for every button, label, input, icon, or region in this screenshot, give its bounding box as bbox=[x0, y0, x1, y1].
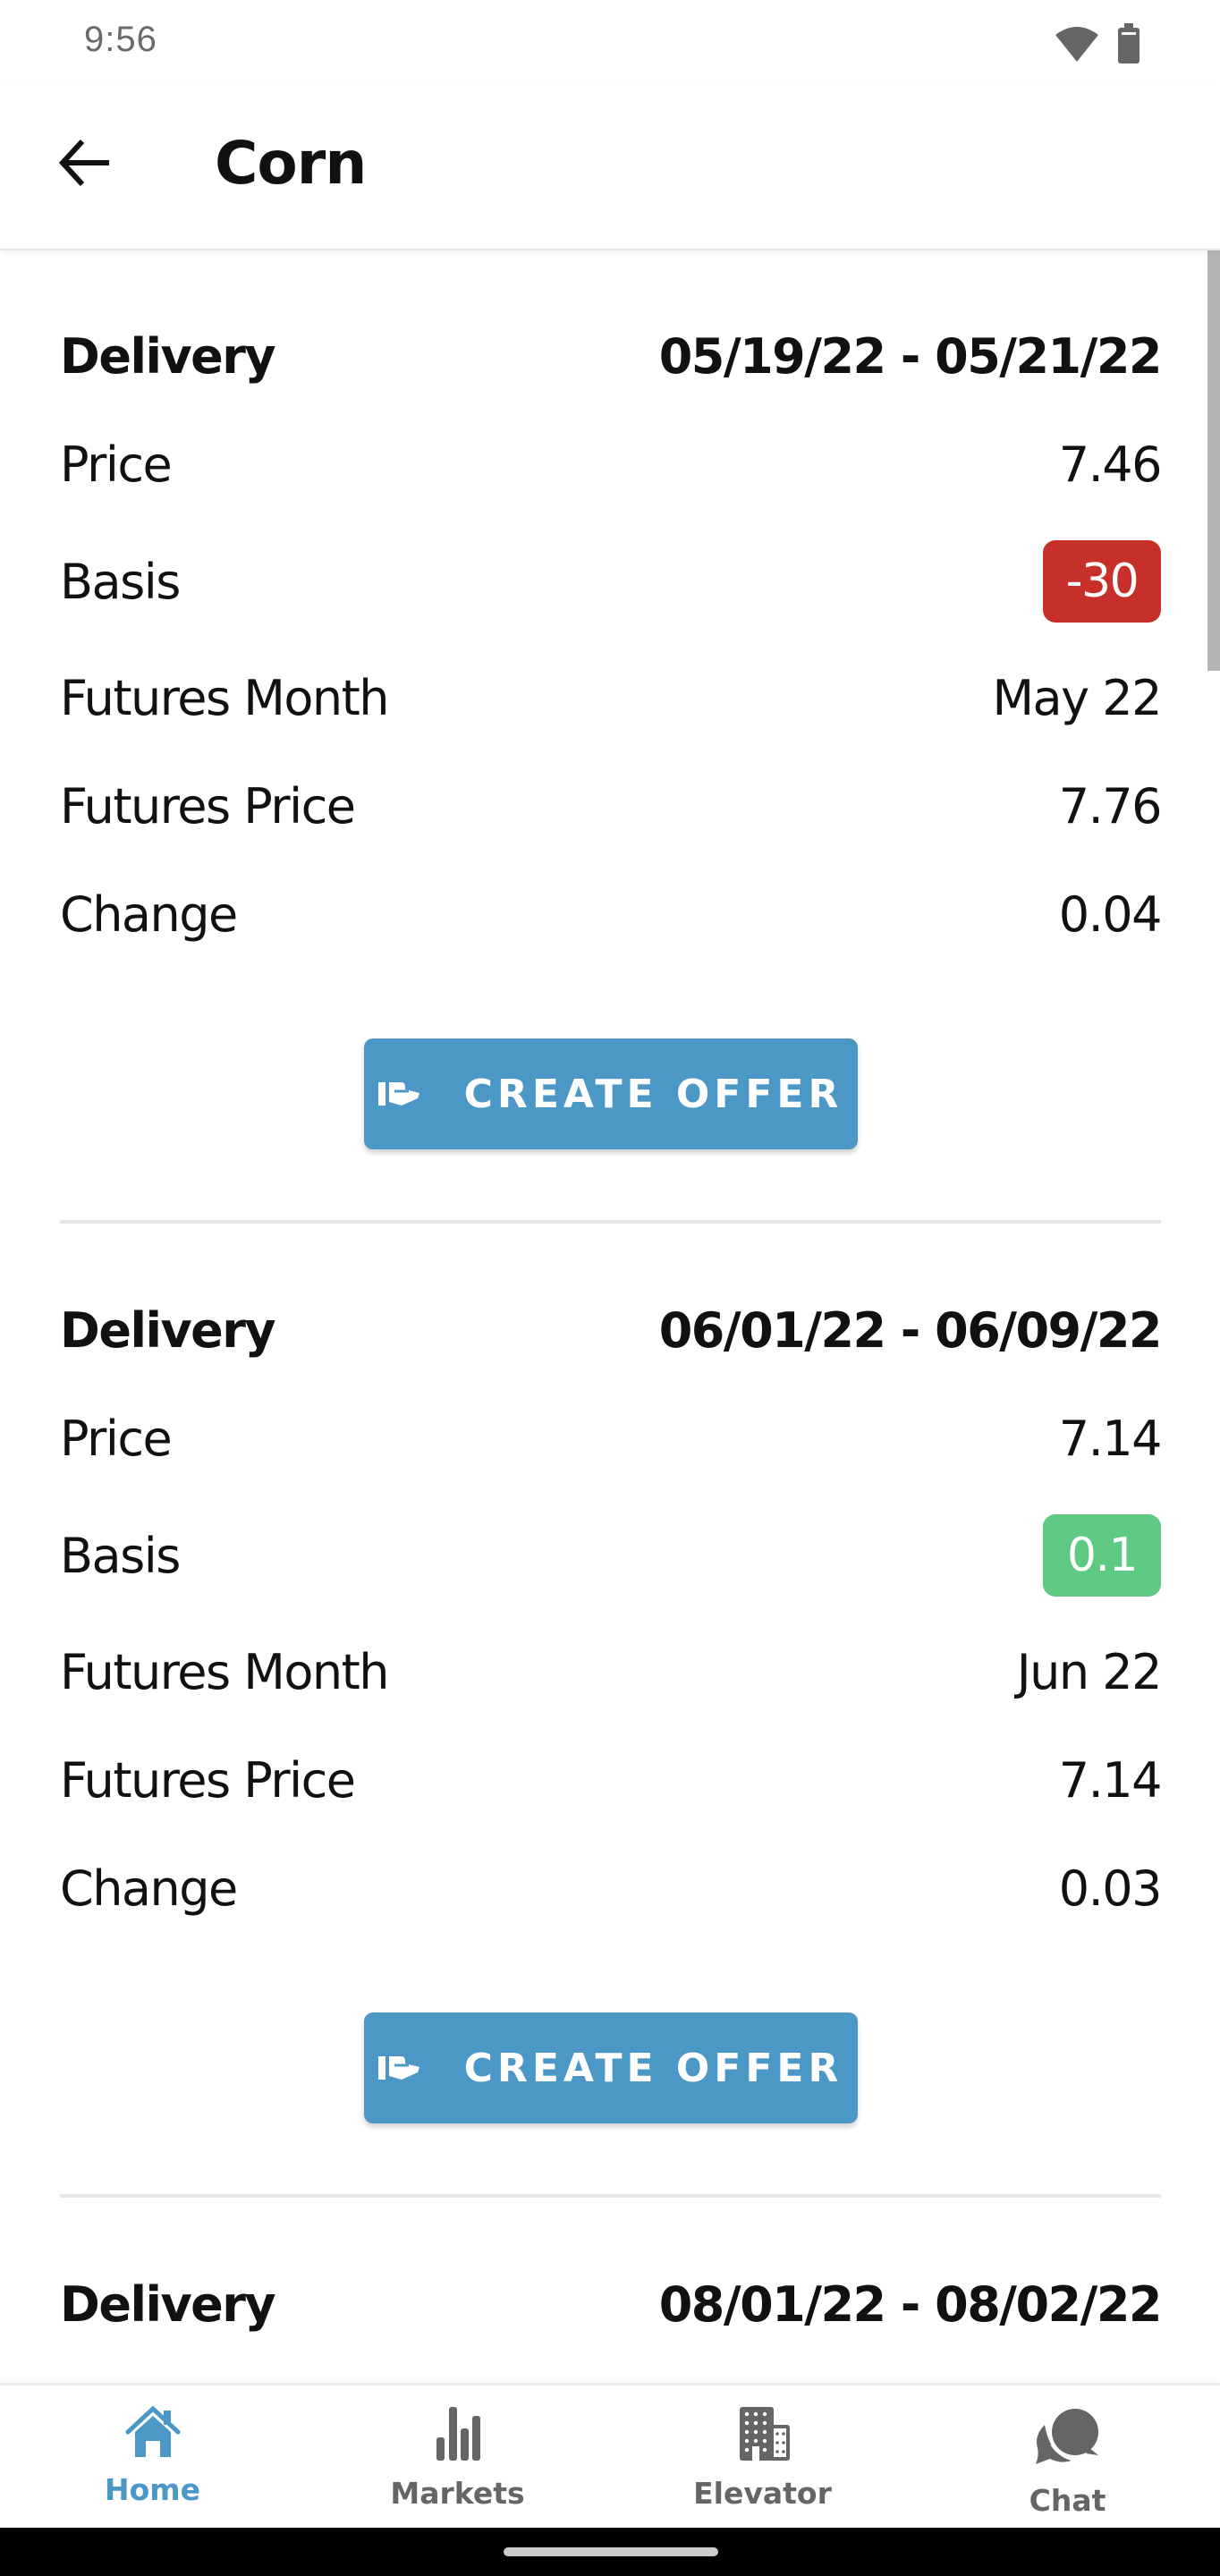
bottom-nav: Home Markets Elevator Chat bbox=[0, 2383, 1220, 2528]
price-label: Price bbox=[60, 1411, 173, 1467]
basis-badge: 0.1 bbox=[1043, 1514, 1161, 1597]
wifi-icon bbox=[1054, 24, 1100, 68]
battery-icon bbox=[1116, 23, 1141, 69]
basis-row: Basis 0.1 bbox=[60, 1493, 1161, 1618]
nav-label-elevator: Elevator bbox=[693, 2476, 832, 2511]
futures-price-label: Futures Price bbox=[60, 778, 356, 835]
futures-price-label: Futures Price bbox=[60, 1752, 356, 1809]
futures-month-label: Futures Month bbox=[60, 670, 390, 726]
price-value: 7.46 bbox=[1058, 436, 1163, 493]
back-button[interactable] bbox=[48, 129, 120, 200]
system-nav-bar bbox=[0, 2528, 1220, 2576]
page-title: Corn bbox=[215, 129, 367, 198]
futures-price-value: 7.14 bbox=[1058, 1752, 1163, 1809]
basis-label: Basis bbox=[60, 553, 181, 610]
offer-card: Delivery 08/01/22 - 08/02/22 bbox=[60, 2250, 1163, 2359]
price-row: Price 7.14 bbox=[60, 1385, 1163, 1493]
nav-item-chat[interactable]: Chat bbox=[915, 2385, 1220, 2528]
chat-bubbles-icon bbox=[1032, 2405, 1104, 2474]
status-icons bbox=[1054, 23, 1141, 69]
delivery-label: Delivery bbox=[60, 1302, 276, 1359]
nav-item-elevator[interactable]: Elevator bbox=[610, 2385, 915, 2528]
offer-card: Delivery 05/19/22 - 05/21/22 Price 7.46 … bbox=[60, 302, 1163, 1149]
futures-month-value: May 22 bbox=[992, 670, 1162, 726]
offers-list[interactable]: Delivery 05/19/22 - 05/21/22 Price 7.46 … bbox=[0, 250, 1220, 2383]
create-offer-button[interactable]: CREATE OFFER bbox=[363, 2012, 858, 2123]
home-gesture-handle[interactable] bbox=[504, 2547, 718, 2556]
nav-label-markets: Markets bbox=[390, 2476, 525, 2511]
delivery-value: 05/19/22 - 05/21/22 bbox=[658, 328, 1163, 385]
card-divider bbox=[60, 2194, 1161, 2198]
basis-row: Basis -30 bbox=[60, 519, 1161, 644]
change-label: Change bbox=[60, 1860, 238, 1917]
building-icon bbox=[734, 2405, 792, 2467]
home-icon bbox=[124, 2405, 182, 2463]
price-label: Price bbox=[60, 436, 173, 493]
delivery-label: Delivery bbox=[60, 328, 276, 385]
create-offer-label: CREATE OFFER bbox=[463, 1071, 843, 1117]
change-row: Change 0.04 bbox=[60, 860, 1163, 969]
change-label: Change bbox=[60, 886, 238, 943]
change-row: Change 0.03 bbox=[60, 1835, 1163, 1943]
delivery-value: 06/01/22 - 06/09/22 bbox=[658, 1302, 1163, 1359]
hand-offer-icon bbox=[377, 2046, 421, 2091]
delivery-label: Delivery bbox=[60, 2276, 276, 2333]
futures-price-value: 7.76 bbox=[1058, 778, 1163, 835]
nav-item-home[interactable]: Home bbox=[0, 2385, 305, 2528]
create-offer-label: CREATE OFFER bbox=[463, 2045, 843, 2091]
app-bar: Corn bbox=[0, 86, 1220, 250]
nav-item-markets[interactable]: Markets bbox=[305, 2385, 610, 2528]
offer-card: Delivery 06/01/22 - 06/09/22 Price 7.14 … bbox=[60, 1276, 1163, 2123]
status-bar: 9:56 bbox=[0, 0, 1220, 86]
delivery-row: Delivery 05/19/22 - 05/21/22 bbox=[60, 302, 1163, 411]
hand-offer-icon bbox=[377, 1072, 421, 1117]
price-row: Price 7.46 bbox=[60, 411, 1163, 519]
futures-price-row: Futures Price 7.14 bbox=[60, 1726, 1163, 1835]
futures-month-label: Futures Month bbox=[60, 1644, 390, 1700]
price-value: 7.14 bbox=[1058, 1411, 1163, 1467]
arrow-left-icon bbox=[57, 138, 111, 192]
scrollbar[interactable] bbox=[1207, 250, 1220, 671]
basis-label: Basis bbox=[60, 1527, 181, 1584]
status-time: 9:56 bbox=[84, 20, 157, 59]
delivery-row: Delivery 06/01/22 - 06/09/22 bbox=[60, 1276, 1163, 1385]
card-divider bbox=[60, 1220, 1161, 1224]
futures-month-value: Jun 22 bbox=[1016, 1644, 1163, 1700]
delivery-value: 08/01/22 - 08/02/22 bbox=[658, 2276, 1163, 2333]
basis-badge: -30 bbox=[1043, 540, 1161, 623]
bar-chart-icon bbox=[429, 2405, 487, 2467]
delivery-row: Delivery 08/01/22 - 08/02/22 bbox=[60, 2250, 1163, 2359]
nav-label-home: Home bbox=[104, 2472, 201, 2507]
change-value: 0.03 bbox=[1058, 1860, 1163, 1917]
futures-month-row: Futures Month May 22 bbox=[60, 644, 1162, 752]
futures-month-row: Futures Month Jun 22 bbox=[60, 1618, 1163, 1726]
create-offer-button[interactable]: CREATE OFFER bbox=[363, 1038, 858, 1149]
nav-label-chat: Chat bbox=[1029, 2483, 1106, 2518]
futures-price-row: Futures Price 7.76 bbox=[60, 752, 1163, 860]
change-value: 0.04 bbox=[1058, 886, 1163, 943]
